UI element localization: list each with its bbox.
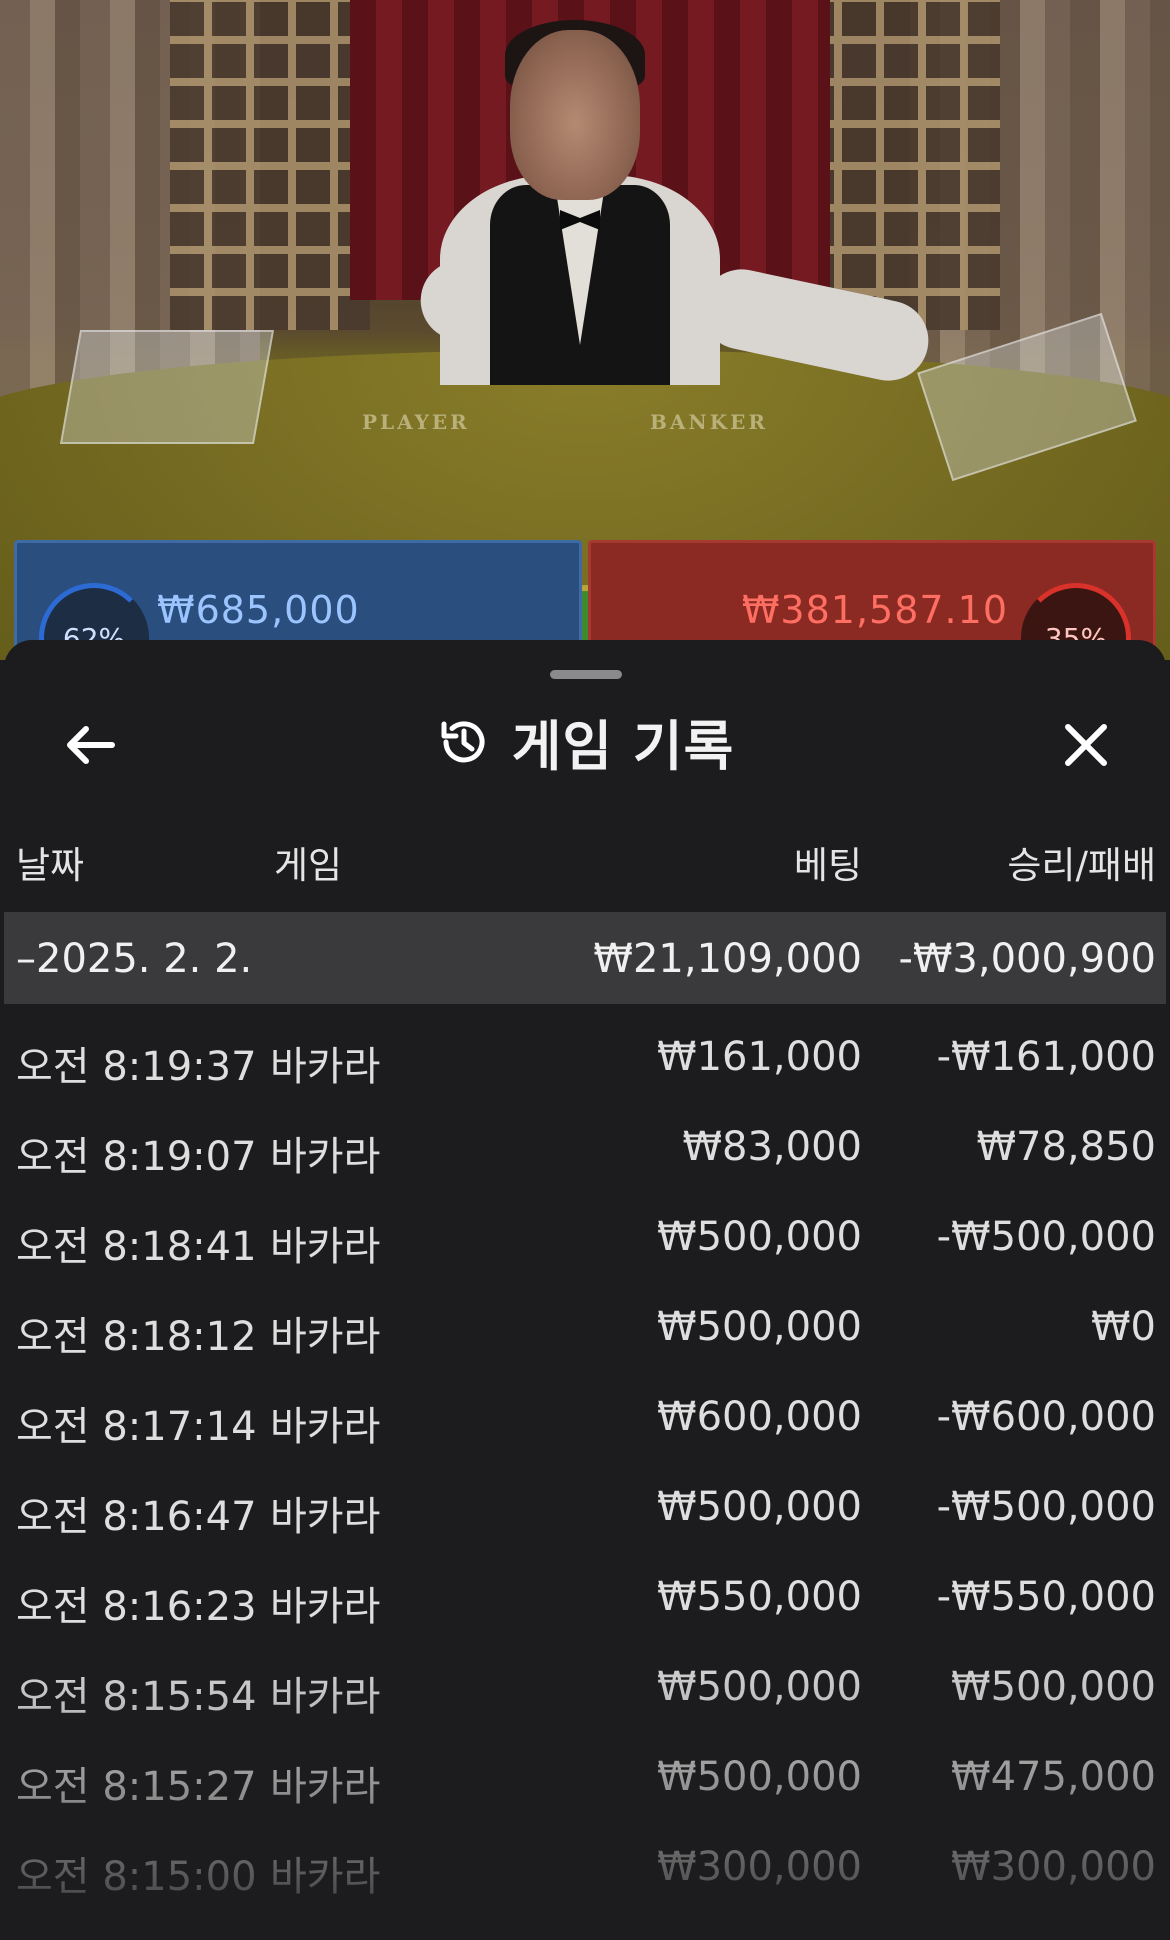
history-row[interactable]: 오전 8:18:41 바카라 ₩500,000 -₩500,000 bbox=[4, 1184, 1166, 1274]
row-bet: ₩500,000 bbox=[657, 1754, 862, 1800]
banker-bet-total: ₩381,587.10 bbox=[741, 588, 1008, 632]
history-row[interactable]: 오전 8:16:23 바카라 ₩550,000 -₩550,000 bbox=[4, 1544, 1166, 1634]
group-win-loss-total: -₩3,000,900 bbox=[898, 936, 1156, 982]
row-bet: ₩500,000 bbox=[657, 1214, 862, 1260]
dealer-head bbox=[510, 30, 640, 200]
row-game: 바카라 bbox=[270, 1314, 381, 1360]
player-bet-total: ₩685,000 bbox=[157, 588, 360, 632]
history-row[interactable]: 오전 8:16:47 바카라 ₩500,000 -₩500,000 bbox=[4, 1454, 1166, 1544]
row-bet: ₩500,000 bbox=[657, 1304, 862, 1350]
row-bet: ₩500,000 bbox=[657, 1484, 862, 1530]
row-win-loss: -₩550,000 bbox=[936, 1574, 1156, 1620]
history-icon bbox=[441, 720, 485, 762]
column-bet: 베팅 bbox=[793, 844, 862, 887]
column-game: 게임 bbox=[274, 844, 343, 887]
row-game: 바카라 bbox=[270, 1044, 381, 1090]
row-win-loss: -₩500,000 bbox=[936, 1484, 1156, 1530]
row-bet: ₩161,000 bbox=[657, 1034, 862, 1080]
history-row[interactable]: 오전 8:19:07 바카라 ₩83,000 ₩78,850 bbox=[4, 1094, 1166, 1184]
row-time: 오전 8:18:12 bbox=[16, 1314, 257, 1360]
group-bet-total: ₩21,109,000 bbox=[593, 936, 862, 982]
row-time: 오전 8:15:27 bbox=[16, 1764, 257, 1810]
row-time: 오전 8:19:37 bbox=[16, 1044, 257, 1090]
lattice-left bbox=[170, 0, 370, 330]
table-label-player: PLAYER bbox=[362, 410, 470, 434]
sheet-title: 게임 기록 bbox=[511, 715, 735, 778]
row-time: 오전 8:17:14 bbox=[16, 1404, 257, 1450]
row-win-loss: ₩78,850 bbox=[976, 1124, 1156, 1170]
row-time: 오전 8:16:47 bbox=[16, 1494, 257, 1540]
row-win-loss: ₩300,000 bbox=[951, 1844, 1156, 1890]
history-row[interactable]: 오전 8:17:14 바카라 ₩600,000 -₩600,000 bbox=[4, 1364, 1166, 1454]
row-time: 오전 8:15:00 bbox=[16, 1854, 257, 1900]
row-bet: ₩83,000 bbox=[682, 1124, 862, 1170]
card-shoe-left bbox=[59, 330, 275, 444]
row-game: 바카라 bbox=[270, 1134, 381, 1180]
row-win-loss: -₩161,000 bbox=[936, 1034, 1156, 1080]
row-bet: ₩300,000 bbox=[657, 1844, 862, 1890]
sheet-drag-handle[interactable] bbox=[550, 670, 622, 679]
row-time: 오전 8:19:07 bbox=[16, 1134, 257, 1180]
close-icon bbox=[1065, 724, 1107, 766]
row-time: 오전 8:15:54 bbox=[16, 1674, 257, 1720]
table-label-banker: BANKER bbox=[650, 410, 768, 434]
game-history-sheet: 게임 기록 날짜 게임 베팅 승리/패배 –2025. 2. 2. ₩21,10… bbox=[4, 640, 1166, 1940]
row-game: 바카라 bbox=[270, 1674, 381, 1720]
row-time: 오전 8:18:41 bbox=[16, 1224, 257, 1270]
column-win-loss: 승리/패배 bbox=[1007, 844, 1156, 887]
row-game: 바카라 bbox=[270, 1854, 381, 1900]
column-date: 날짜 bbox=[16, 844, 85, 887]
table-header: 날짜 게임 베팅 승리/패배 bbox=[12, 835, 1156, 895]
lattice-right bbox=[800, 0, 1000, 330]
history-row[interactable]: 오전 8:19:37 바카라 ₩161,000 -₩161,000 bbox=[4, 1004, 1166, 1094]
row-game: 바카라 bbox=[270, 1224, 381, 1270]
row-win-loss: -₩500,000 bbox=[936, 1214, 1156, 1260]
history-row[interactable]: 오전 8:18:12 바카라 ₩500,000 ₩0 bbox=[4, 1274, 1166, 1364]
row-bet: ₩550,000 bbox=[657, 1574, 862, 1620]
row-win-loss: ₩500,000 bbox=[951, 1664, 1156, 1710]
row-bet: ₩600,000 bbox=[657, 1394, 862, 1440]
row-game: 바카라 bbox=[270, 1584, 381, 1630]
history-row[interactable]: 오전 8:15:54 바카라 ₩500,000 ₩500,000 bbox=[4, 1634, 1166, 1724]
row-win-loss: ₩475,000 bbox=[951, 1754, 1156, 1800]
close-button[interactable] bbox=[1056, 715, 1116, 775]
group-date: –2025. 2. 2. bbox=[16, 936, 253, 982]
live-video: PLAYER BANKER 62% ₩685,000 ₩381,587.10 3… bbox=[0, 0, 1170, 660]
sheet-header: 게임 기록 bbox=[4, 702, 1166, 781]
history-list: 오전 8:19:37 바카라 ₩161,000 -₩161,000 오전 8:19:07… bbox=[4, 1004, 1166, 1904]
date-group-row[interactable]: –2025. 2. 2. ₩21,109,000 -₩3,000,900 bbox=[4, 912, 1166, 1004]
history-row[interactable]: 오전 8:15:00 바카라 ₩300,000 ₩300,000 bbox=[4, 1814, 1166, 1904]
row-win-loss: ₩0 bbox=[1091, 1304, 1156, 1350]
row-game: 바카라 bbox=[270, 1764, 381, 1810]
history-row[interactable]: 오전 8:15:27 바카라 ₩500,000 ₩475,000 bbox=[4, 1724, 1166, 1814]
row-win-loss: -₩600,000 bbox=[936, 1394, 1156, 1440]
row-game: 바카라 bbox=[270, 1494, 381, 1540]
row-time: 오전 8:16:23 bbox=[16, 1584, 257, 1630]
row-bet: ₩500,000 bbox=[657, 1664, 862, 1710]
row-game: 바카라 bbox=[270, 1404, 381, 1450]
